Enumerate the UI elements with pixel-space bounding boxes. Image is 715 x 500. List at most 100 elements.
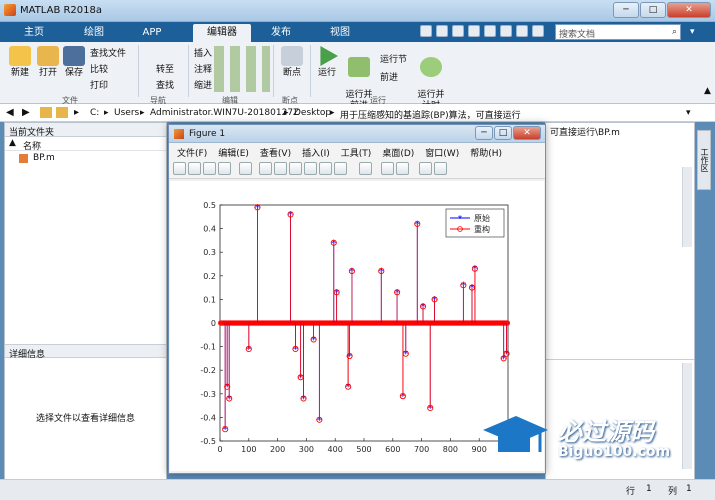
menu-file[interactable]: 文件(F) <box>177 146 207 159</box>
quick-undo-icon[interactable] <box>484 25 496 37</box>
help-icon[interactable] <box>532 25 544 37</box>
path-segment[interactable]: Users <box>114 108 139 118</box>
find-file-button[interactable]: 查找文件 <box>90 46 126 59</box>
maximize-button[interactable]: □ <box>640 2 666 18</box>
run-button[interactable]: 运行 <box>314 46 340 79</box>
colorbar-icon[interactable] <box>381 162 394 175</box>
path-segment[interactable]: C: <box>90 108 99 118</box>
goto-button[interactable]: 转至 <box>156 62 174 75</box>
pointer-icon[interactable] <box>239 162 252 175</box>
col-value: 1 <box>686 484 692 494</box>
save-button[interactable]: 保存 <box>60 46 88 79</box>
divider <box>310 45 311 97</box>
quick-paste-icon[interactable] <box>468 25 480 37</box>
quick-redo-icon[interactable] <box>500 25 512 37</box>
folder-icon <box>37 46 59 66</box>
comment-button[interactable]: 注释 <box>194 62 212 75</box>
breakpoints-button[interactable]: 断点 <box>278 46 306 79</box>
insert-button[interactable]: 插入 <box>194 46 212 59</box>
workspace-side-tab[interactable]: 工作区 <box>697 130 711 190</box>
tab-apps[interactable]: APP <box>128 24 176 42</box>
folder-icon[interactable] <box>40 107 52 118</box>
print-figure-icon[interactable] <box>218 162 231 175</box>
x-tick-label: 800 <box>443 445 458 454</box>
divider <box>273 45 274 97</box>
quick-save-icon[interactable] <box>420 25 432 37</box>
open-file-icon[interactable] <box>188 162 201 175</box>
sort-arrow[interactable]: ▲ <box>9 138 16 148</box>
run-time-button[interactable]: 运行并 计时 <box>414 46 448 112</box>
quick-switch-icon[interactable] <box>516 25 528 37</box>
tab-publish[interactable]: 发布 <box>258 24 304 42</box>
x-tick-label: 400 <box>328 445 343 454</box>
details-hint: 选择文件以查看详细信息 <box>35 414 135 424</box>
indent-button[interactable]: 缩进 <box>194 78 212 91</box>
zoom-in-icon[interactable] <box>259 162 272 175</box>
collapse-ribbon-icon[interactable]: ▲ <box>704 86 711 96</box>
legend-entry: 重构 <box>474 224 490 234</box>
menu-desktop[interactable]: 桌面(D) <box>382 146 414 159</box>
tab-view[interactable]: 视图 <box>316 24 364 42</box>
path-segment[interactable]: 用于压缩感知的基追踪(BP)算法，可直接运行 <box>340 108 521 121</box>
find-button[interactable]: 查找 <box>156 78 174 91</box>
file-name: BP.m <box>33 153 55 163</box>
new-figure-icon[interactable] <box>173 162 186 175</box>
window-title: MATLAB R2018a <box>20 5 103 16</box>
figure-maximize-button[interactable]: □ <box>494 126 512 140</box>
menu-edit[interactable]: 编辑(E) <box>218 146 249 159</box>
path-segment[interactable]: Administrator.WIN7U-20180127Z <box>150 108 299 118</box>
list-item[interactable]: BP.m <box>5 151 166 165</box>
link-plot-icon[interactable] <box>359 162 372 175</box>
legend[interactable]: * 原始重构 <box>445 208 505 238</box>
legend-marker: * <box>458 215 463 225</box>
timer-icon <box>420 57 442 77</box>
menu-view[interactable]: 查看(V) <box>260 146 291 159</box>
run-section-button[interactable]: 运行节 <box>380 52 407 65</box>
editor-tab-suffix[interactable]: 可直接运行\BP.m <box>550 125 620 138</box>
chevron-right-icon: ▸ <box>74 107 80 118</box>
rotate-icon[interactable] <box>304 162 317 175</box>
y-tick-label: 0.2 <box>203 272 216 281</box>
hide-tools-icon[interactable] <box>419 162 432 175</box>
tab-plots[interactable]: 绘图 <box>68 24 120 42</box>
pan-icon[interactable] <box>289 162 302 175</box>
quick-copy-icon[interactable] <box>452 25 464 37</box>
scrollbar[interactable] <box>682 167 692 247</box>
figure-minimize-button[interactable]: ─ <box>475 126 493 140</box>
menu-insert[interactable]: 插入(I) <box>302 146 330 159</box>
tab-editor[interactable]: 编辑器 <box>193 24 251 42</box>
menu-help[interactable]: 帮助(H) <box>470 146 502 159</box>
new-button[interactable]: 新建 <box>6 46 34 79</box>
y-tick-label: -0.4 <box>200 413 216 422</box>
open-button[interactable]: 打开 <box>34 46 62 79</box>
print-button[interactable]: 打印 <box>90 78 108 91</box>
browse-folder-icon[interactable] <box>56 107 68 118</box>
brush-icon[interactable] <box>334 162 347 175</box>
search-icon: ⌕ <box>671 27 677 37</box>
advance-button[interactable]: 前进 <box>380 70 398 83</box>
zoom-out-icon[interactable] <box>274 162 287 175</box>
figure-close-button[interactable]: ✕ <box>513 126 541 140</box>
chevron-down-icon[interactable]: ▾ <box>690 27 700 39</box>
data-cursor-icon[interactable] <box>319 162 332 175</box>
tab-home[interactable]: 主页 <box>12 24 56 42</box>
edit-tools-icon[interactable] <box>214 46 270 92</box>
path-segment[interactable]: Desktop <box>294 108 331 118</box>
close-button[interactable]: ✕ <box>667 2 711 18</box>
x-tick-label: 200 <box>270 445 285 454</box>
show-tools-icon[interactable] <box>434 162 447 175</box>
save-figure-icon[interactable] <box>203 162 216 175</box>
back-arrow-icon[interactable]: ◀ <box>6 107 14 118</box>
quick-cut-icon[interactable] <box>436 25 448 37</box>
minimize-button[interactable]: ─ <box>613 2 639 18</box>
menu-tools[interactable]: 工具(T) <box>341 146 372 159</box>
menu-window[interactable]: 窗口(W) <box>425 146 459 159</box>
forward-arrow-icon[interactable]: ▶ <box>22 107 30 118</box>
compare-button[interactable]: 比较 <box>90 62 108 75</box>
search-placeholder: 搜索文档 <box>559 30 596 40</box>
y-tick-label: -0.3 <box>200 390 216 399</box>
legend-icon[interactable] <box>396 162 409 175</box>
search-docs-input[interactable]: 搜索文档 ⌕ <box>555 24 681 40</box>
dropdown-chevron-icon[interactable]: ▾ <box>686 108 691 118</box>
x-tick-label: 300 <box>299 445 314 454</box>
